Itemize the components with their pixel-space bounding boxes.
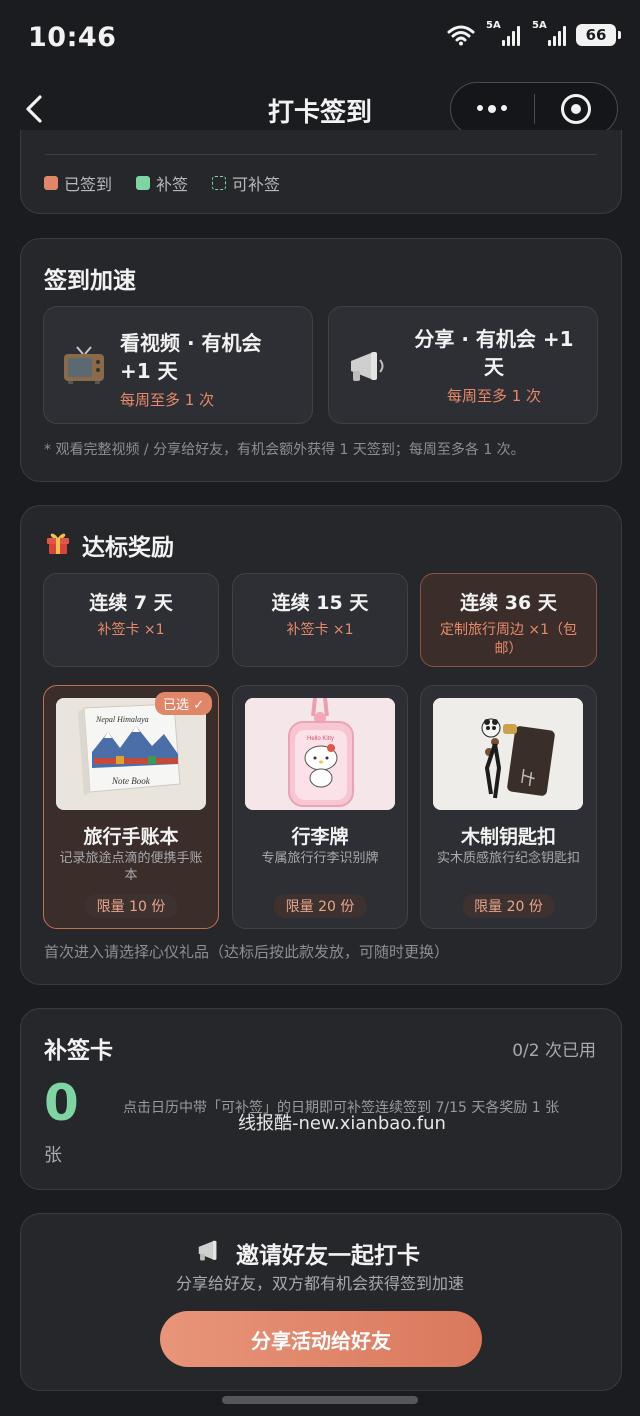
more-button[interactable] (451, 83, 534, 135)
selected-badge: 已选 ✓ (154, 692, 212, 715)
watch-video-button[interactable]: 看视频 · 有机会 +1 天 每周至多 1 次 (43, 306, 313, 424)
reward-note: 首次进入请选择心仪礼品（达标后按此款发放，可随时更换） (44, 943, 450, 961)
tier-7-days: 连续 7 天 补签卡 ×1 (43, 573, 219, 667)
signal-icon-1: 5A (486, 20, 520, 46)
notebook-cover-label: Note Book (111, 776, 151, 786)
makeup-title: 补签卡 (44, 1038, 113, 1064)
status-icons: 5A 5A 66 (446, 20, 621, 46)
gift-keychain-option[interactable]: 木制钥匙扣 实木质感旅行纪念钥匙扣 限量 20 份 (420, 685, 597, 929)
luggage-tag-print: Hello Kitty (307, 736, 334, 742)
tier-15-days: 连续 15 天 补签卡 ×1 (232, 573, 408, 667)
legend-item-can-makeup: 可补签 (212, 171, 280, 195)
battery-icon: 66 (576, 24, 621, 46)
boost-note: * 观看完整视频 / 分享给好友，有机会额外获得 1 天签到；每周至多各 1 次… (44, 442, 525, 458)
share-boost-title: 分享 · 有机会 +1 天 (414, 327, 574, 379)
luggage-tag-image: Hello Kitty (245, 698, 395, 810)
legend-item-makeup: 补签 (136, 171, 188, 195)
gift-limit: 限量 20 份 (462, 894, 555, 918)
gift-desc: 记录旅途点滴的便携手账本 (59, 851, 203, 883)
mini-program-capsule (450, 82, 618, 136)
keychain-image (433, 698, 583, 810)
watermark-text: 线报酷-new.xianbao.fun (238, 1113, 446, 1134)
home-indicator (222, 1396, 418, 1404)
gift-desc: 专属旅行行李识别牌 (261, 851, 379, 866)
close-miniprogram-button[interactable] (535, 83, 618, 135)
wifi-icon (447, 25, 475, 46)
signal-icon-2: 5A (532, 20, 566, 46)
gift-limit: 限量 10 份 (84, 894, 178, 918)
legend-item-signed: 已签到 (44, 171, 112, 195)
gift-name: 木制钥匙扣 (460, 826, 556, 848)
gift-desc: 实木质感旅行纪念钥匙扣 (436, 851, 580, 866)
video-boost-limit: 每周至多 1 次 (120, 391, 215, 409)
gift-limit: 限量 20 份 (273, 894, 367, 918)
target-icon (560, 94, 591, 124)
gift-notebook-option[interactable]: Nepal Himalaya Note Book 已选 ✓ 旅行手账本 记录旅途… (43, 685, 219, 929)
makeup-usage: 0/2 次已用 (512, 1041, 596, 1061)
makeup-unit: 张 (44, 1145, 62, 1166)
tier-36-days: 连续 36 天 定制旅行周边 ×1（包邮） (420, 573, 597, 667)
megaphone-icon (351, 352, 384, 381)
makeup-count: 0 (44, 1074, 79, 1132)
more-dots-icon (477, 105, 508, 113)
share-boost-button[interactable]: 分享 · 有机会 +1 天 每周至多 1 次 (328, 306, 598, 424)
gift-luggage-tag-option[interactable]: Hello Kitty 行李牌 专属旅行行李识别牌 限量 20 份 (232, 685, 408, 929)
reward-title: 达标奖励 (82, 535, 174, 561)
calendar-legend: 已签到 补签 可补签 (44, 171, 280, 195)
gift-name: 行李牌 (291, 826, 349, 848)
boost-title: 签到加速 (44, 268, 136, 294)
share-boost-limit: 每周至多 1 次 (446, 387, 542, 405)
status-time: 10:46 (28, 22, 117, 53)
tv-icon (64, 346, 104, 384)
notebook-cover-title: Nepal Himalaya (95, 715, 149, 724)
video-boost-title: 看视频 · 有机会 +1 天 (120, 331, 262, 383)
share-activity-button[interactable]: 分享活动给好友 (160, 1311, 482, 1367)
invite-title: 邀请好友一起打卡 (236, 1243, 420, 1269)
gift-name: 旅行手账本 (83, 826, 179, 848)
invite-subtitle: 分享给好友，双方都有机会获得签到加速 (175, 1274, 464, 1293)
megaphone-icon (198, 1240, 217, 1261)
gift-icon (47, 533, 69, 554)
